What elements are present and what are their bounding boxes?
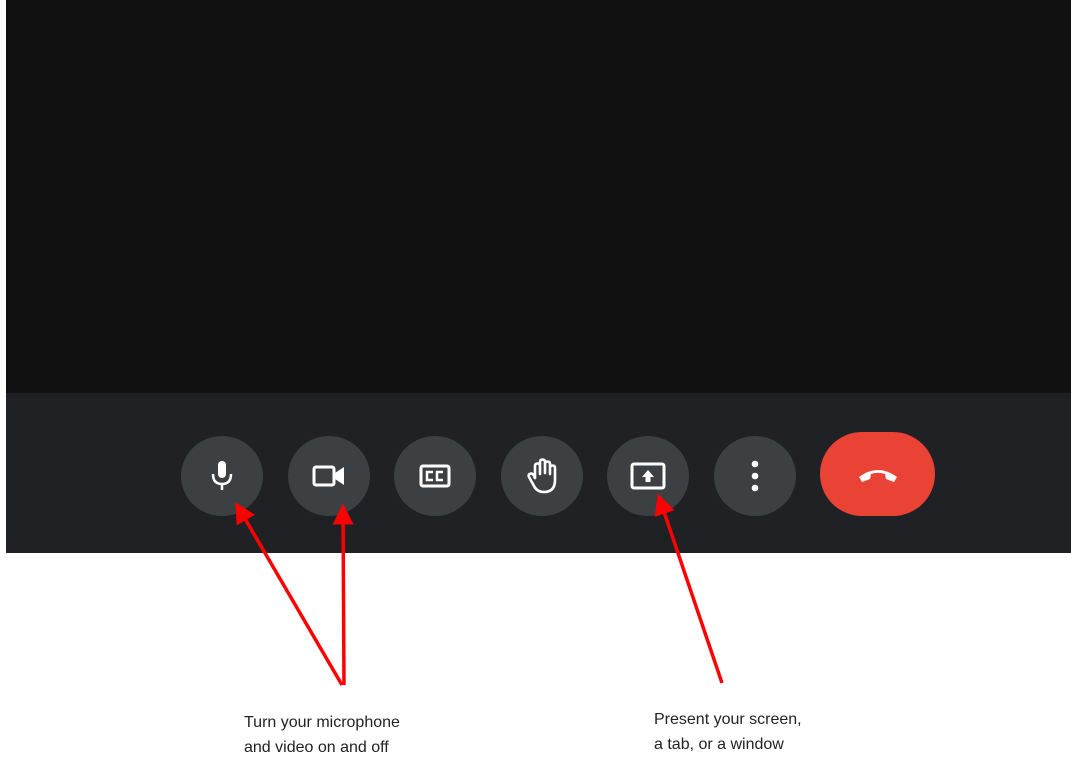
camera-button[interactable]: [288, 436, 370, 516]
microphone-button[interactable]: [181, 436, 263, 516]
mic-video-caption-line-2: and video on and off: [244, 739, 389, 756]
microphone-icon: [211, 461, 233, 490]
end-call-button[interactable]: [820, 432, 935, 516]
closed-captions-icon: [419, 464, 451, 488]
end-call-icon: [858, 470, 897, 482]
present-caption-line-2: a tab, or a window: [654, 736, 784, 753]
present-caption-line-1: Present your screen,: [654, 711, 802, 728]
closed-captions-button[interactable]: [394, 436, 476, 516]
present-screen-button[interactable]: [607, 436, 689, 516]
mic-video-caption-line-1: Turn your microphone: [244, 714, 400, 731]
present-caption: Present your screen, a tab, or a window: [654, 707, 954, 757]
camera-icon: [312, 465, 344, 487]
present-screen-icon: [630, 462, 666, 490]
mic-video-caption: Turn your microphone and video on and of…: [244, 710, 544, 760]
raise-hand-icon: [527, 458, 557, 494]
more-options-icon: [751, 460, 759, 492]
video-area: [6, 0, 1071, 393]
more-options-button[interactable]: [714, 436, 796, 516]
raise-hand-button[interactable]: [501, 436, 583, 516]
